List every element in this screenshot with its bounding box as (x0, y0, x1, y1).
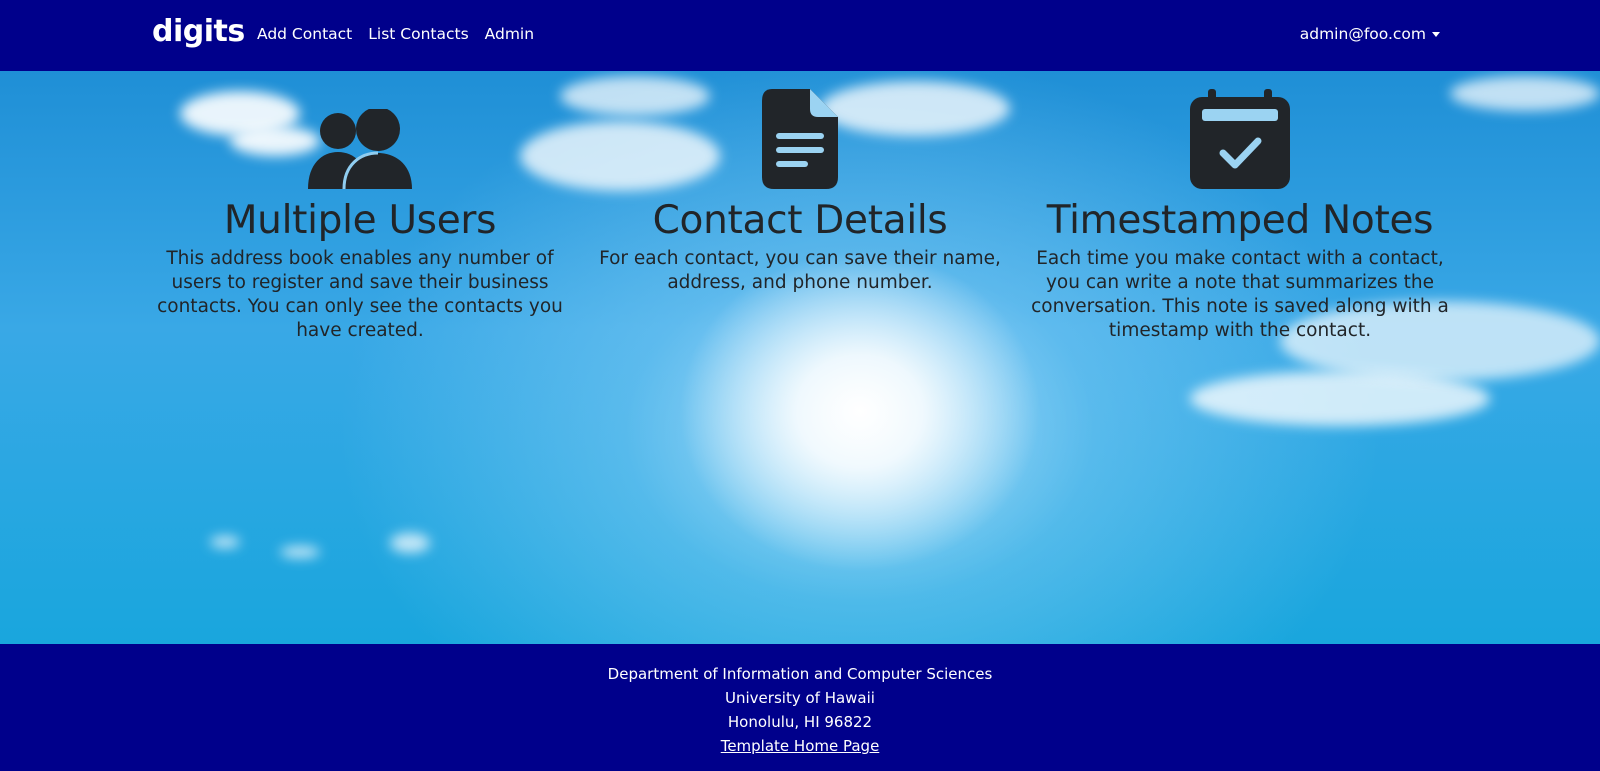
users-icon (308, 109, 412, 189)
feature-title: Multiple Users (223, 198, 497, 243)
navbar: digits Add Contact List Contacts Admin a… (0, 0, 1600, 71)
cloud-decoration (1450, 76, 1600, 111)
feature-icon (1025, 85, 1455, 189)
footer-department: Department of Information and Computer S… (607, 665, 993, 683)
cloud-decoration (390, 533, 430, 553)
feature-description: This address book enables any number of … (157, 248, 563, 341)
feature-title: Contact Details (652, 198, 948, 243)
footer-university: University of Hawaii (725, 689, 875, 707)
landing-hero: Multiple Users This address book enables… (0, 71, 1600, 644)
nav-list-contacts[interactable]: List Contacts (368, 25, 468, 43)
nav-links: Add Contact List Contacts Admin (257, 25, 534, 43)
footer-address: Honolulu, HI 96822 (727, 713, 873, 731)
feature-timestamped-notes: Timestamped Notes Each time you make con… (1025, 71, 1455, 343)
feature-multiple-users: Multiple Users This address book enables… (145, 71, 575, 343)
user-email: admin@foo.com (1299, 25, 1426, 43)
footer: Department of Information and Computer S… (0, 644, 1600, 771)
feature-description: Each time you make contact with a contac… (1031, 248, 1449, 341)
brand-link[interactable]: digits (152, 14, 245, 49)
feature-description: For each contact, you can save their nam… (599, 248, 1001, 293)
feature-contact-details: Contact Details For each contact, you ca… (585, 71, 1015, 295)
feature-icon (145, 85, 575, 189)
cloud-decoration (280, 546, 320, 558)
user-dropdown[interactable]: admin@foo.com (1300, 25, 1440, 43)
nav-add-contact[interactable]: Add Contact (257, 25, 352, 43)
calendar-check-icon (1190, 89, 1290, 189)
cloud-decoration (210, 536, 240, 548)
caret-down-icon (1432, 31, 1440, 37)
feature-icon (585, 85, 1015, 189)
feature-title: Timestamped Notes (1046, 198, 1434, 243)
template-home-link[interactable]: Template Home Page (721, 737, 880, 755)
nav-admin[interactable]: Admin (485, 25, 534, 43)
file-text-icon (762, 89, 838, 189)
